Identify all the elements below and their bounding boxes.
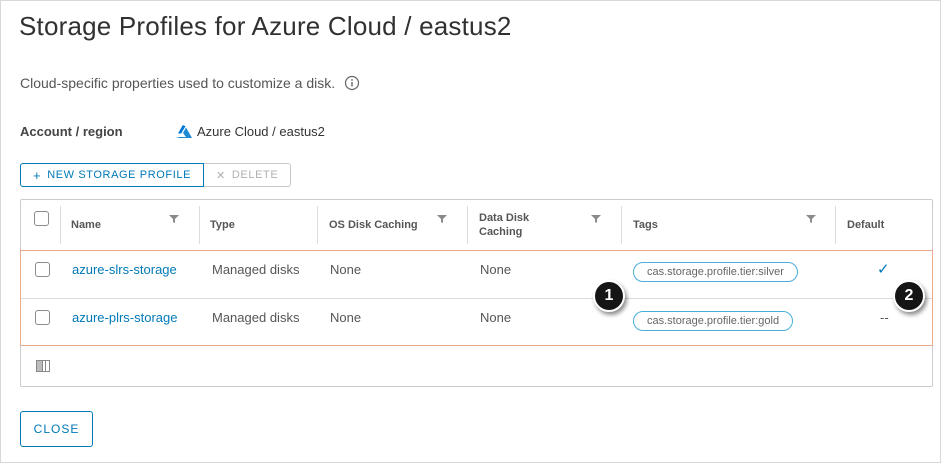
profile-name-link[interactable]: azure-plrs-storage <box>72 310 178 325</box>
close-button[interactable]: CLOSE <box>20 411 93 447</box>
column-header-name[interactable]: Name <box>60 200 199 250</box>
new-storage-profile-label: NEW STORAGE PROFILE <box>47 169 192 181</box>
table-row[interactable]: azure-plrs-storage Managed disks None No… <box>21 298 932 345</box>
row-checkbox[interactable] <box>35 262 50 277</box>
os-disk-caching: None <box>330 310 362 325</box>
delete-label: DELETE <box>231 169 279 181</box>
toolbar-button-group: + NEW STORAGE PROFILE ✕ DELETE <box>20 163 292 187</box>
column-header-os-disk-caching[interactable]: OS Disk Caching <box>318 200 467 250</box>
column-header-data-disk-caching[interactable]: Data Disk Caching <box>468 200 568 250</box>
dialog-title: Storage Profiles for Azure Cloud / eastu… <box>19 11 512 41</box>
account-region-label: Account / region <box>20 124 123 139</box>
data-disk-caching: None <box>480 262 512 277</box>
account-region-text: Azure Cloud / eastus2 <box>197 124 325 139</box>
column-toggle-icon[interactable] <box>36 360 50 372</box>
datagrid-footer <box>21 348 932 386</box>
filter-icon[interactable] <box>437 214 447 224</box>
column-header-os-disk-caching-label: OS Disk Caching <box>329 219 418 231</box>
account-region-value: Azure Cloud / eastus2 <box>176 124 325 139</box>
profile-name-link[interactable]: azure-slrs-storage <box>72 262 177 277</box>
column-header-data-disk-caching-label: Data Disk Caching <box>479 212 530 238</box>
row-checkbox[interactable] <box>35 310 50 325</box>
dialog-description: Cloud-specific properties used to custom… <box>20 75 360 91</box>
os-disk-caching: None <box>330 262 362 277</box>
callout-badge-1: 1 <box>593 280 625 312</box>
tag-chip: cas.storage.profile.tier:gold <box>633 311 794 331</box>
profile-type: Managed disks <box>212 310 300 325</box>
close-icon: ✕ <box>216 169 226 182</box>
storage-profiles-dialog: Storage Profiles for Azure Cloud / eastu… <box>0 0 941 463</box>
azure-logo-icon <box>176 125 192 138</box>
default-value: -- <box>880 310 889 325</box>
profile-type: Managed disks <box>212 262 300 277</box>
datagrid-header: Name Type OS Disk Caching Data Disk Cach… <box>21 200 932 251</box>
tag-chip: cas.storage.profile.tier:silver <box>633 262 798 282</box>
table-row[interactable]: azure-slrs-storage Managed disks None No… <box>21 251 932 298</box>
storage-profiles-datagrid: Name Type OS Disk Caching Data Disk Cach… <box>20 199 933 387</box>
filter-icon[interactable] <box>806 214 816 224</box>
column-header-tags[interactable]: Tags <box>622 200 835 250</box>
column-header-default[interactable]: Default <box>836 200 932 250</box>
column-header-default-label: Default <box>847 219 885 231</box>
info-circle-icon[interactable] <box>344 75 360 91</box>
column-header-name-label: Name <box>71 219 101 231</box>
callout-badge-2: 2 <box>893 280 925 312</box>
new-storage-profile-button[interactable]: + NEW STORAGE PROFILE <box>20 163 205 187</box>
column-header-type-label: Type <box>210 219 235 231</box>
column-header-type[interactable]: Type <box>199 200 317 250</box>
delete-button[interactable]: ✕ DELETE <box>204 163 292 187</box>
column-header-tags-label: Tags <box>633 219 658 231</box>
datagrid-body: azure-slrs-storage Managed disks None No… <box>20 250 933 346</box>
select-all-checkbox[interactable] <box>34 211 49 226</box>
filter-icon[interactable] <box>591 214 601 224</box>
filter-icon[interactable] <box>169 214 179 224</box>
description-text: Cloud-specific properties used to custom… <box>20 75 336 91</box>
default-check-icon: ✓ <box>877 261 890 278</box>
data-disk-caching: None <box>480 310 512 325</box>
plus-icon: + <box>33 167 42 183</box>
